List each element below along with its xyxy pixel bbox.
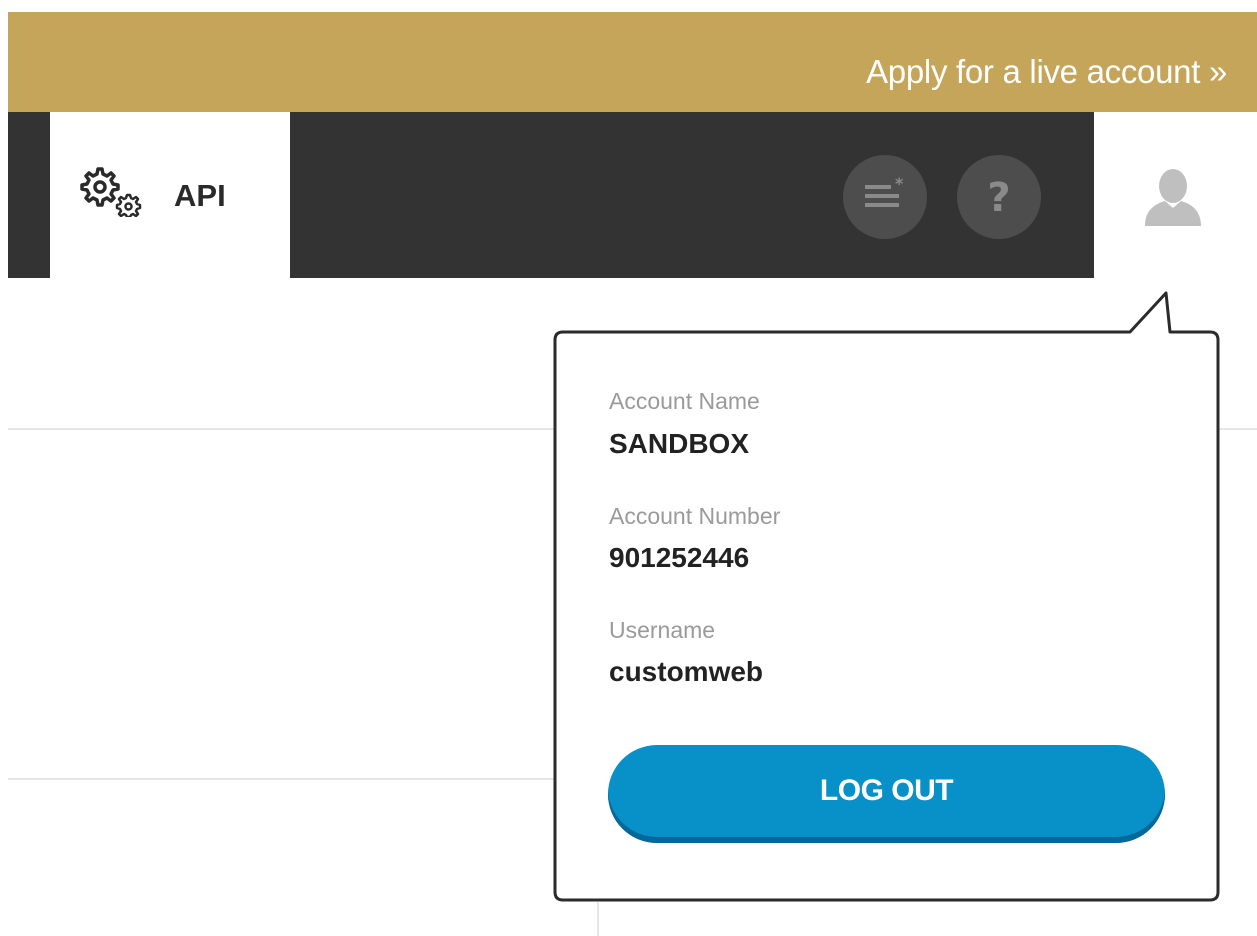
logout-button[interactable]: LOG OUT: [608, 745, 1165, 843]
help-glyph: ?: [987, 175, 1010, 221]
tab-api-label: API: [174, 178, 226, 213]
help-icon: ?: [987, 175, 1010, 221]
content-divider: [8, 778, 555, 780]
account-number-value: 901252446: [609, 542, 750, 573]
username-label: Username: [609, 617, 716, 643]
tab-api[interactable]: API: [50, 112, 290, 278]
user-menu-button[interactable]: [1128, 150, 1218, 240]
page: Apply for a live account » API * ? Accou…: [0, 0, 1257, 936]
promo-banner: Apply for a live account »: [8, 12, 1257, 112]
column-divider: [597, 902, 599, 936]
apply-live-account-link[interactable]: Apply for a live account »: [866, 52, 1227, 92]
notes-icon: *: [865, 174, 904, 207]
account-number-label: Account Number: [609, 503, 781, 529]
account-popup: Account Name SANDBOX Account Number 9012…: [557, 334, 1217, 900]
help-button[interactable]: ?: [957, 155, 1041, 239]
account-name-value: SANDBOX: [609, 428, 750, 459]
content-divider: [1219, 428, 1257, 430]
notes-button[interactable]: *: [843, 155, 927, 239]
content-divider: [8, 428, 555, 430]
svg-text:*: *: [895, 174, 904, 193]
username-value: customweb: [609, 656, 764, 687]
user-icon: [1145, 169, 1201, 226]
account-name-label: Account Name: [609, 388, 760, 414]
gears-icon: [80, 167, 142, 217]
